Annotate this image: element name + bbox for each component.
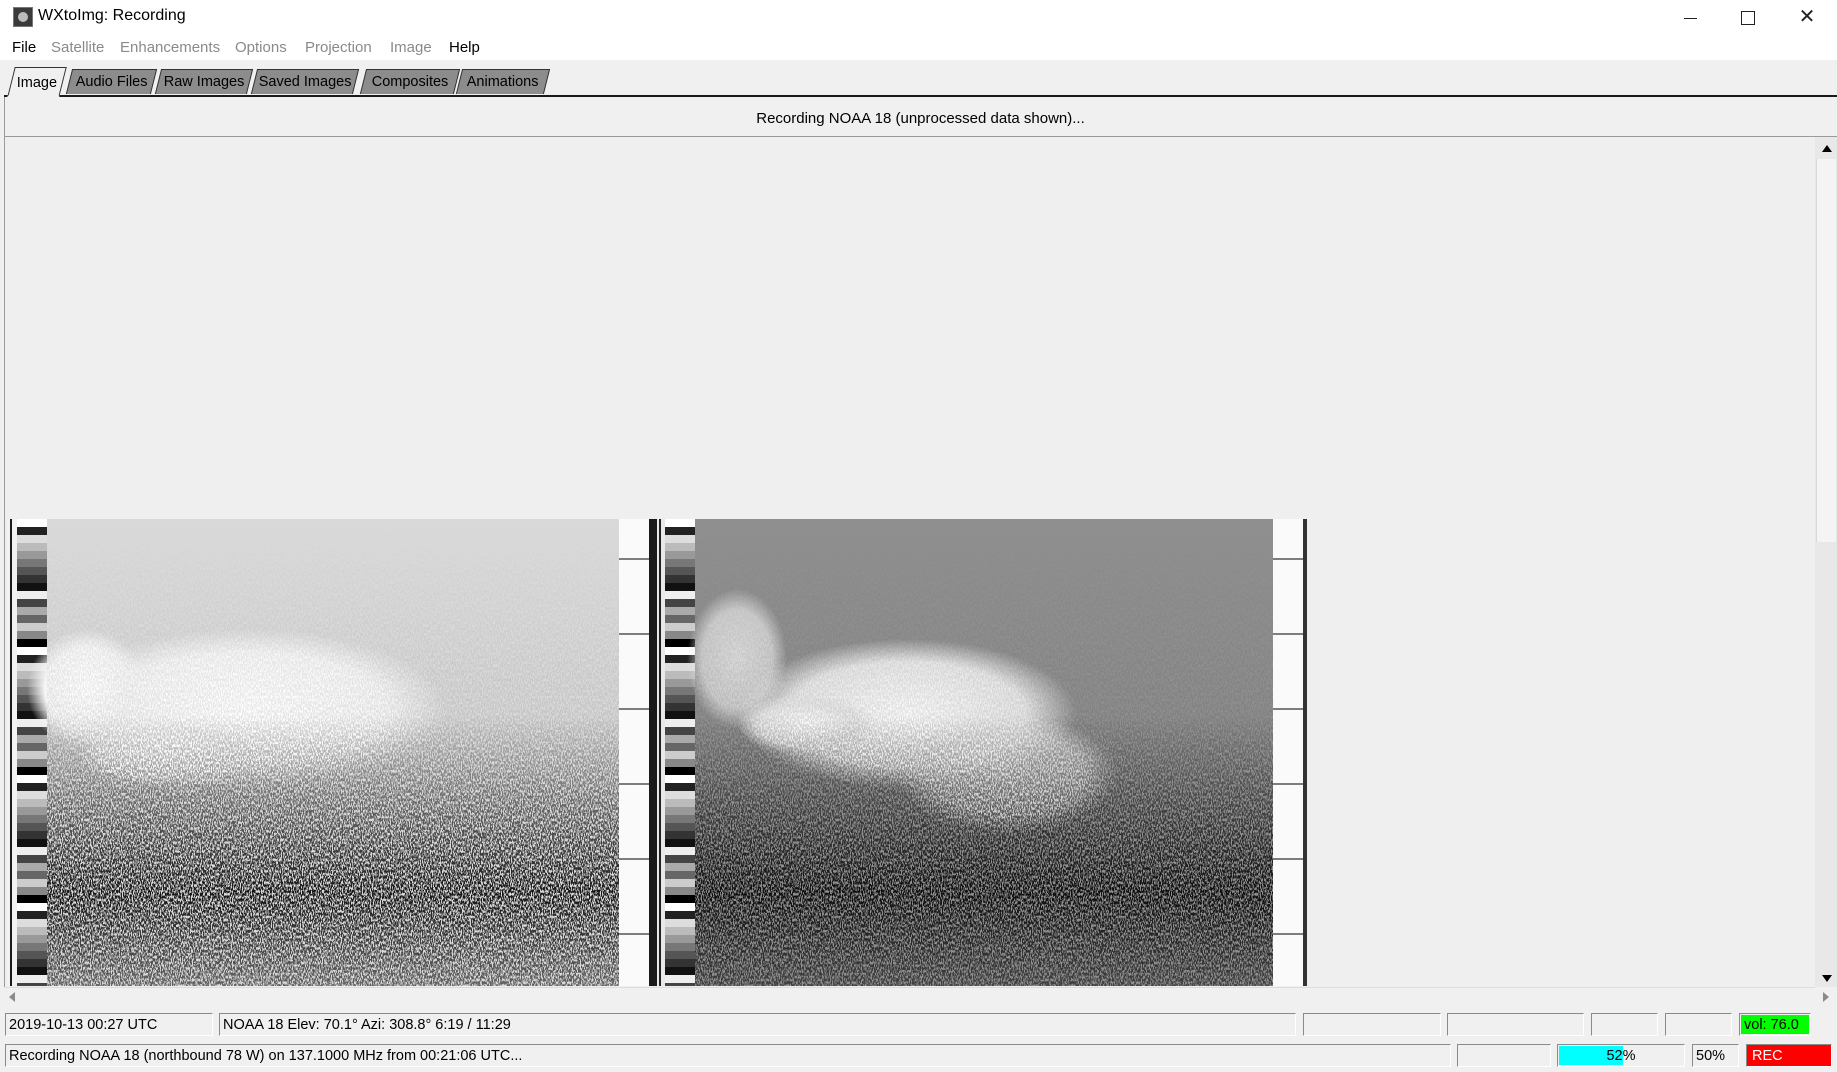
vertical-scrollbar[interactable] xyxy=(1815,137,1837,987)
pass-info-field: NOAA 18 Elev: 70.1° Azi: 308.8° 6:19 / 1… xyxy=(219,1013,1296,1036)
tab-saved-images[interactable]: Saved Images xyxy=(250,69,360,94)
tab-image-label: Image xyxy=(16,75,57,91)
maximize-icon xyxy=(1741,11,1755,26)
title-bar: WXtoImg: Recording ✕ xyxy=(0,0,1837,34)
tab-animations[interactable]: Animations xyxy=(455,69,551,94)
menu-bar: File Satellite Enhancements Options Proj… xyxy=(0,34,1837,60)
status-field-empty-2 xyxy=(1447,1013,1584,1036)
menu-enhancements[interactable]: Enhancements xyxy=(120,39,220,56)
scroll-right-icon[interactable] xyxy=(1823,992,1829,1002)
horizontal-scrollbar[interactable] xyxy=(5,987,1815,1009)
status-field-empty-3 xyxy=(1591,1013,1658,1036)
tab-composites-label: Composites xyxy=(371,74,449,90)
scroll-left-icon[interactable] xyxy=(9,992,15,1002)
tab-raw-images[interactable]: Raw Images xyxy=(154,69,254,94)
tab-raw-images-label: Raw Images xyxy=(163,74,245,90)
scroll-down-icon xyxy=(1822,975,1832,982)
menu-help[interactable]: Help xyxy=(449,39,480,56)
tab-audio-files[interactable]: Audio Files xyxy=(65,69,158,94)
tab-saved-images-label: Saved Images xyxy=(258,74,352,90)
recording-progress: 52% xyxy=(1557,1044,1685,1067)
vertical-scrollbar-thumb[interactable] xyxy=(1816,159,1836,542)
window-title: WXtoImg: Recording xyxy=(38,7,186,24)
menu-options[interactable]: Options xyxy=(235,39,287,56)
tab-audio-files-label: Audio Files xyxy=(75,74,148,90)
menu-projection[interactable]: Projection xyxy=(305,39,372,56)
close-button[interactable]: ✕ xyxy=(1778,0,1836,34)
tab-image[interactable]: Image xyxy=(7,67,67,97)
menu-image[interactable]: Image xyxy=(390,39,432,56)
status-field-empty-1 xyxy=(1303,1013,1441,1036)
status-field-empty-4 xyxy=(1665,1013,1732,1036)
recording-message-field: Recording NOAA 18 (northbound 78 W) on 1… xyxy=(5,1044,1451,1067)
status-field-empty-5 xyxy=(1457,1044,1551,1067)
progress-label: 52% xyxy=(1606,1048,1636,1064)
tab-composites[interactable]: Composites xyxy=(359,69,461,94)
tab-baseline xyxy=(4,95,1837,97)
close-icon: ✕ xyxy=(1798,6,1816,28)
menu-satellite[interactable]: Satellite xyxy=(51,39,104,56)
datetime-field: 2019-10-13 00:27 UTC xyxy=(5,1013,213,1036)
image-viewport[interactable] xyxy=(5,137,1815,987)
minimize-icon xyxy=(1683,17,1697,19)
zoom-field: 50% xyxy=(1692,1044,1739,1067)
rec-indicator: REC xyxy=(1746,1044,1832,1067)
satellite-image xyxy=(7,519,1307,986)
volume-label: vol: 76.0 xyxy=(1744,1017,1799,1033)
menu-file[interactable]: File xyxy=(12,39,36,56)
tab-animations-label: Animations xyxy=(466,74,539,90)
scroll-up-icon xyxy=(1822,145,1832,152)
minimize-button[interactable] xyxy=(1661,0,1719,34)
volume-meter: vol: 76.0 xyxy=(1739,1013,1811,1036)
app-icon xyxy=(13,7,33,27)
status-header-text: Recording NOAA 18 (unprocessed data show… xyxy=(756,110,1085,127)
status-header: Recording NOAA 18 (unprocessed data show… xyxy=(4,99,1837,136)
maximize-button[interactable] xyxy=(1719,0,1777,34)
